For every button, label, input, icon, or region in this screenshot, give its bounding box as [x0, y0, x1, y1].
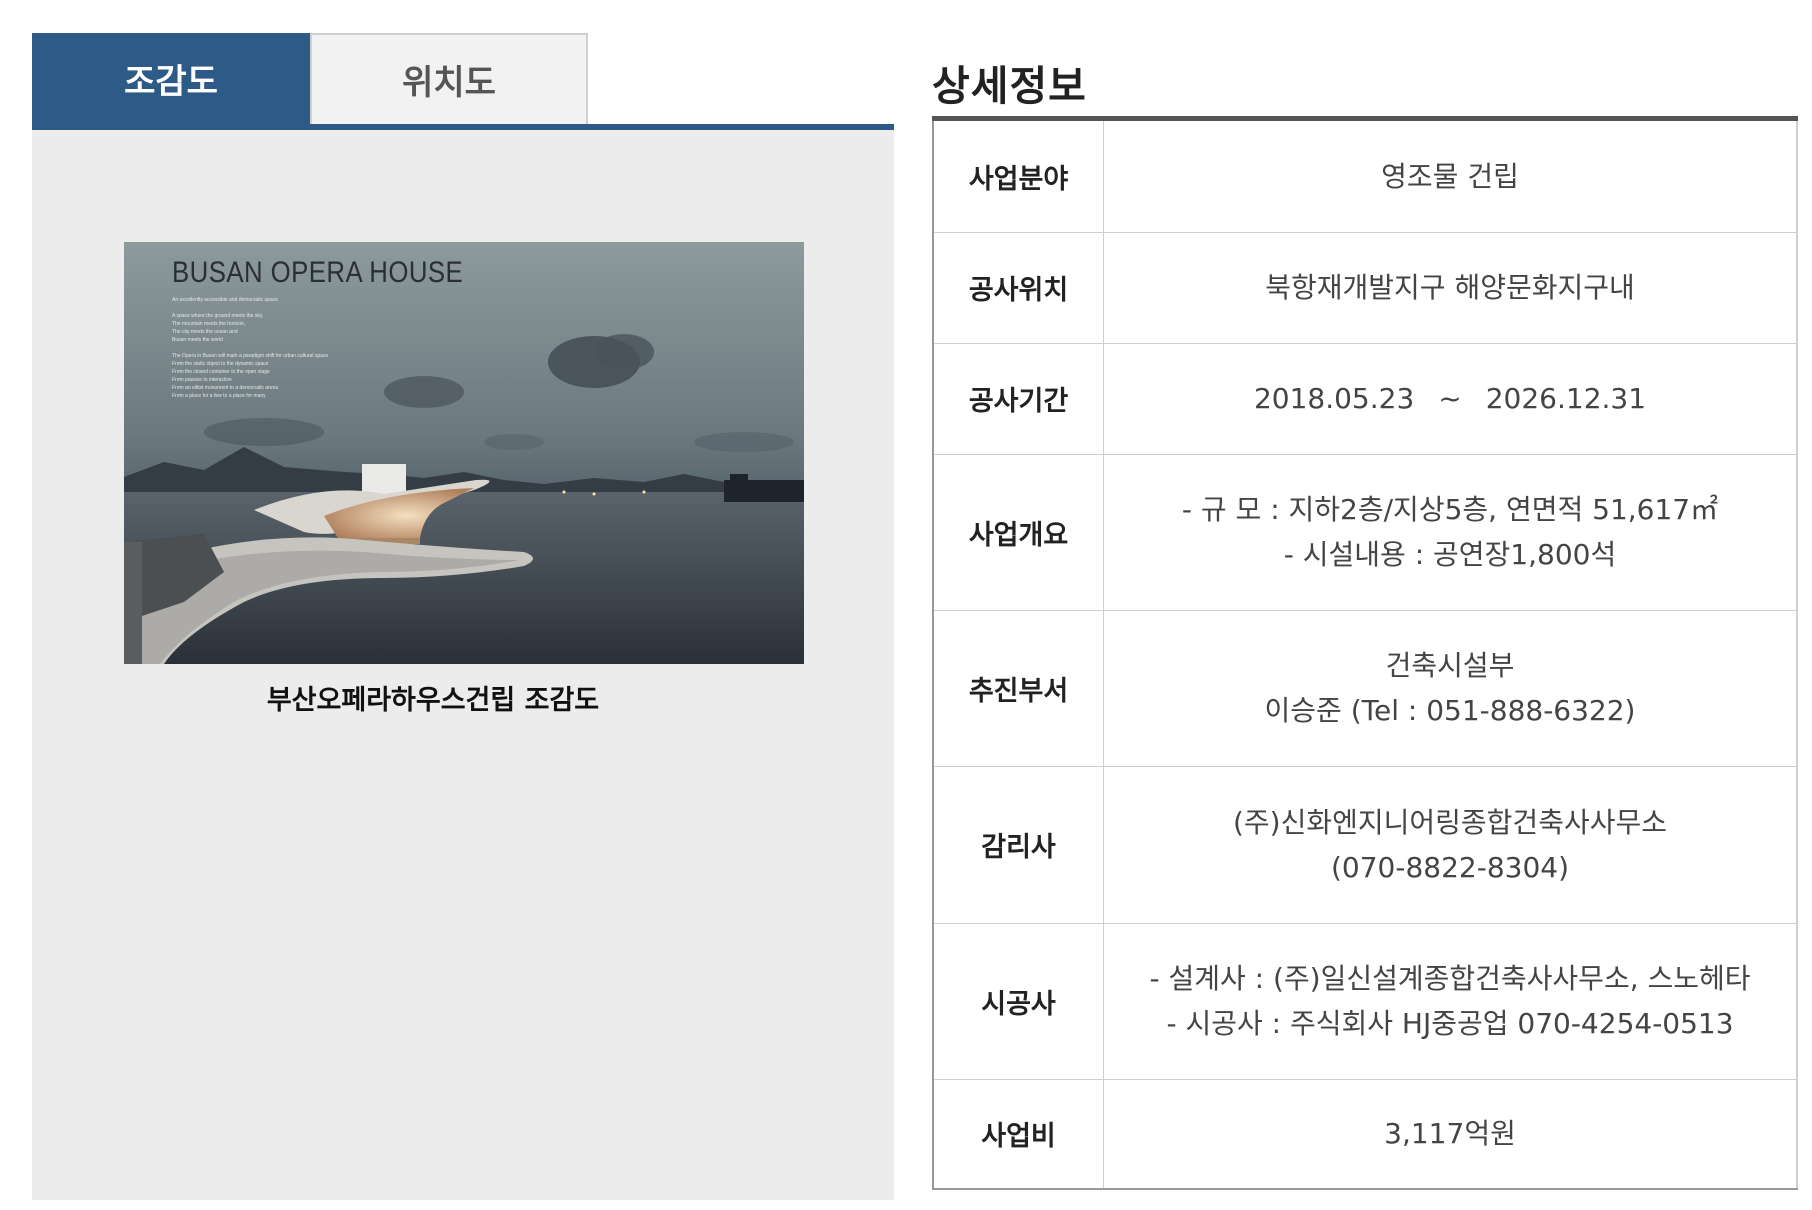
overlay-line: A space where the ground meets the sky,	[172, 313, 264, 319]
table-row: 사업개요 - 규 모 : 지하2층/지상5층, 연면적 51,617㎡ - 시설…	[932, 453, 1798, 611]
row-label: 공사위치	[932, 231, 1104, 344]
row-label: 사업비	[932, 1078, 1104, 1190]
value-line: - 설계사 : (주)일신설계종합건축사사무소, 스노헤타	[1149, 962, 1751, 995]
value-line: - 시설내용 : 공연장1,800석	[1283, 538, 1617, 571]
row-value: 북항재개발지구 해양문화지구내	[1103, 231, 1798, 344]
tab-bar: 조감도 위치도	[32, 33, 894, 124]
image-panel: 조감도 위치도 BUSAN OPERA HOUSE An excellently…	[32, 33, 894, 1200]
row-value: 2018.05.23 ~2026.12.31	[1103, 342, 1798, 455]
tab-birdseye-view[interactable]: 조감도	[32, 33, 310, 124]
row-label: 사업분야	[932, 121, 1104, 233]
image-overlay-title: BUSAN OPERA HOUSE	[172, 256, 464, 289]
overlay-line: From passive to interactive	[172, 377, 232, 383]
value-line: - 규 모 : 지하2층/지상5층, 연면적 51,617㎡	[1181, 493, 1719, 526]
row-label: 사업개요	[932, 453, 1104, 611]
rendering-image: BUSAN OPERA HOUSE An excellently accessi…	[124, 242, 804, 664]
image-overlay-text: An excellently accessible and democratic…	[172, 296, 402, 400]
row-value: 3,117억원	[1103, 1078, 1798, 1190]
value-line: 영조물 건립	[1381, 159, 1519, 193]
row-value: (주)신화엔지니어링종합건축사사무소 (070-8822-8304)	[1103, 765, 1798, 924]
row-value: - 규 모 : 지하2층/지상5층, 연면적 51,617㎡ - 시설내용 : …	[1103, 453, 1798, 611]
overlay-line: Busan meets the world	[172, 337, 223, 343]
image-panel-body: BUSAN OPERA HOUSE An excellently accessi…	[32, 130, 894, 1200]
value-line: (주)신화엔지니어링종합건축사사무소	[1232, 805, 1667, 839]
overlay-line: From the closed container to the open st…	[172, 369, 270, 375]
section-title: 상세정보	[932, 62, 1087, 110]
value-line: 건축시설부	[1385, 649, 1515, 682]
overlay-line: The mountain meets the horizon,	[172, 321, 246, 327]
overlay-line: An excellently accessible and democratic…	[172, 297, 278, 303]
table-row: 추진부서 건축시설부 이승준 (Tel : 051-888-6322)	[932, 609, 1798, 767]
tab-label: 위치도	[402, 63, 496, 103]
table-row: 사업분야 영조물 건립	[932, 121, 1798, 233]
tab-label: 조감도	[124, 62, 218, 102]
tab-location-map[interactable]: 위치도	[310, 33, 588, 124]
overlay-line	[172, 304, 402, 312]
overlay-line: From a place for a few to a place for ma…	[172, 393, 266, 399]
overlay-line: From an elitist monument to a democratic…	[172, 385, 279, 391]
value-line: - 시공사 : 주식회사 HJ중공업 070-4254-0513	[1166, 1007, 1734, 1040]
table-row: 감리사 (주)신화엔지니어링종합건축사사무소 (070-8822-8304)	[932, 765, 1798, 924]
period-start: 2018.05.23	[1253, 382, 1415, 415]
row-label: 시공사	[932, 922, 1104, 1080]
table-row: 공사위치 북항재개발지구 해양문화지구내	[932, 231, 1798, 344]
table-row: 시공사 - 설계사 : (주)일신설계종합건축사사무소, 스노헤타 - 시공사 …	[932, 922, 1798, 1080]
row-value: - 설계사 : (주)일신설계종합건축사사무소, 스노헤타 - 시공사 : 주식…	[1103, 922, 1798, 1080]
detail-table: 사업분야 영조물 건립 공사위치 북항재개발지구 해양문화지구내 공사기간 20…	[932, 121, 1798, 1190]
table-row: 사업비 3,117억원	[932, 1078, 1798, 1190]
row-label: 공사기간	[932, 342, 1104, 455]
page: 조감도 위치도 BUSAN OPERA HOUSE An excellently…	[0, 0, 1812, 1210]
row-label: 추진부서	[932, 609, 1104, 767]
row-value: 영조물 건립	[1103, 121, 1798, 233]
row-value: 건축시설부 이승준 (Tel : 051-888-6322)	[1103, 609, 1798, 767]
value-line: (070-8822-8304)	[1330, 850, 1569, 884]
value-line: 북항재개발지구 해양문화지구내	[1265, 271, 1635, 304]
overlay-line	[172, 344, 402, 352]
period-end: 2026.12.31	[1485, 382, 1647, 415]
row-label: 감리사	[932, 765, 1104, 924]
overlay-line: From the static object to the dynamic sp…	[172, 361, 269, 367]
overlay-line: The city meets the ocean and	[172, 329, 238, 335]
table-row: 공사기간 2018.05.23 ~2026.12.31	[932, 342, 1798, 455]
overlay-line: The Opera in Busan will mark a paradigm …	[172, 353, 329, 359]
value-line: 3,117억원	[1384, 1117, 1516, 1151]
value-line: 이승준 (Tel : 051-888-6322)	[1264, 694, 1636, 727]
period-separator: ~	[1438, 382, 1462, 415]
image-caption: 부산오페라하우스건립 조감도	[266, 685, 600, 716]
